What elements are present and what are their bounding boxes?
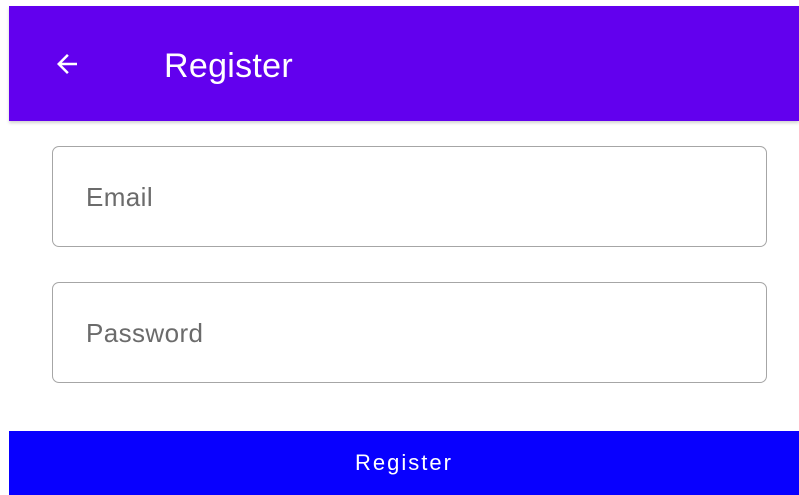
app-bar: Register: [9, 6, 799, 121]
register-screen: Register Email Password Register: [0, 0, 799, 495]
password-placeholder: Password: [86, 318, 204, 348]
page-title: Register: [164, 47, 294, 85]
password-field[interactable]: Password: [52, 282, 767, 383]
back-button[interactable]: [47, 44, 87, 84]
email-placeholder: Email: [86, 182, 154, 212]
arrow-left-icon: [57, 54, 77, 74]
register-button[interactable]: Register: [9, 431, 799, 495]
register-button-label: Register: [355, 450, 453, 475]
email-field[interactable]: Email: [52, 146, 767, 247]
